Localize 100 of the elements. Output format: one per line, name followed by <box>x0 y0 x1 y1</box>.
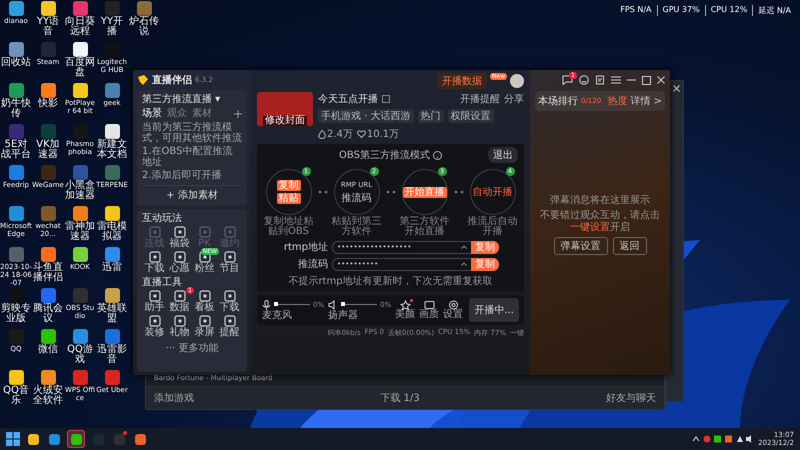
avatar[interactable] <box>510 74 524 88</box>
shortcut-label[interactable]: 奶牛快传 <box>0 99 32 119</box>
app-icon[interactable] <box>8 370 24 385</box>
plus-icon[interactable] <box>234 110 242 118</box>
stats-button[interactable]: 开播数据 <box>436 73 487 89</box>
shortcut-label[interactable]: 快影 <box>32 99 64 109</box>
toolbar-button[interactable]: 画质 <box>419 300 440 320</box>
app-icon[interactable] <box>8 42 24 57</box>
shortcut-label[interactable]: QQ游戏 <box>64 345 96 365</box>
shortcut-label[interactable]: 百度网盘 <box>64 58 96 78</box>
close-icon[interactable] <box>657 76 665 84</box>
tool-button[interactable]: 下载 <box>217 290 242 313</box>
shortcut-label[interactable]: 斗鱼直播伴侣 <box>32 263 64 283</box>
tab[interactable]: 观众 <box>167 108 187 120</box>
app-icon[interactable] <box>40 329 56 344</box>
help-icon[interactable] <box>432 150 442 160</box>
exit-button[interactable]: 退出 <box>488 147 518 163</box>
tab[interactable]: 素材 <box>192 108 212 120</box>
cover-caption[interactable]: 修改封面 <box>263 116 307 126</box>
toolbar-button[interactable]: 美颜 <box>395 300 416 320</box>
tool-button[interactable]: 心愿 <box>167 251 192 274</box>
shortcut-label[interactable]: 炉石传说 <box>128 17 160 37</box>
shortcut-label[interactable]: 小黑盒加速器 <box>64 181 96 201</box>
app-icon[interactable] <box>40 247 56 262</box>
tool-button[interactable]: 装修 <box>142 315 167 338</box>
app-icon[interactable] <box>72 83 88 98</box>
shortcut-label[interactable]: 向日葵远程 <box>64 17 96 37</box>
screen-icon[interactable] <box>424 300 435 310</box>
message-icon[interactable] <box>562 75 573 85</box>
live-button[interactable]: 开播中... <box>469 298 519 322</box>
tool-button[interactable]: 福袋 <box>167 226 192 249</box>
action-link[interactable]: 分享 <box>504 92 524 106</box>
star-icon[interactable] <box>400 300 411 310</box>
start-icon[interactable] <box>6 432 20 446</box>
caret-icon[interactable] <box>461 262 467 266</box>
category-chip[interactable]: 手机游戏 · 大话西游 <box>318 109 414 123</box>
tab[interactable]: 场景 <box>142 108 162 120</box>
app-icon[interactable] <box>40 1 56 16</box>
shortcut-label[interactable]: 5E对战平台 <box>0 140 32 160</box>
more-link[interactable]: ··· 更多功能 <box>142 341 242 355</box>
tool-button[interactable]: 看板 <box>192 290 217 313</box>
shortcut-label[interactable]: 腾讯会议 <box>32 304 64 324</box>
tool-button[interactable]: 节目 <box>217 251 242 274</box>
app-icon[interactable] <box>40 83 56 98</box>
shortcut-label[interactable]: 微信 <box>32 345 64 355</box>
shortcut-label[interactable]: 火绒安全软件 <box>32 386 64 406</box>
chat-button[interactable]: 返回 <box>612 236 646 254</box>
toolbar-button[interactable]: 设置 <box>443 300 464 320</box>
tool-button[interactable]: 下载 <box>142 251 167 274</box>
footer-link[interactable]: 好友与聊天 <box>606 391 656 405</box>
panel-title[interactable]: 第三方推流直播 ▾ <box>142 94 242 106</box>
shortcut-label[interactable]: 剪映专业版 <box>0 304 32 324</box>
app-icon[interactable] <box>104 124 120 139</box>
minimize-icon[interactable] <box>627 79 636 81</box>
taskbar-app[interactable] <box>67 430 85 448</box>
tool-button[interactable]: 助手 <box>142 290 167 313</box>
shortcut-label[interactable]: VK加速器 <box>32 140 64 160</box>
smiley-icon[interactable] <box>579 75 589 85</box>
tag-chip[interactable]: 权限设置 <box>448 109 494 123</box>
tag-chip[interactable]: 热门 <box>418 109 444 123</box>
shortcut-label[interactable]: 英雄联盟 <box>96 304 128 324</box>
document-icon[interactable] <box>595 75 605 85</box>
app-icon[interactable] <box>72 42 88 57</box>
microphone-icon[interactable] <box>262 300 271 310</box>
tool-button[interactable]: 录屏 <box>192 315 217 338</box>
close-icon[interactable] <box>673 85 680 92</box>
chat-button[interactable]: 弹幕设置 <box>554 236 608 254</box>
maximize-icon[interactable] <box>642 76 651 84</box>
tray-icons-drawing[interactable] <box>692 434 752 444</box>
footer-link[interactable]: 添加游戏 <box>154 391 194 405</box>
taskbar-app[interactable] <box>132 431 148 447</box>
app-icon[interactable] <box>104 288 120 303</box>
setup-link[interactable]: 一键设置 <box>570 222 610 232</box>
shortcut-label[interactable]: 迅雷 <box>96 263 128 273</box>
shortcut-label[interactable]: 雷神加速器 <box>64 222 96 242</box>
app-icon[interactable] <box>8 1 24 16</box>
photo-placeholder[interactable]: 修改封面 <box>257 92 313 126</box>
action-link[interactable]: 开播提醒 <box>460 92 500 106</box>
menu-icon[interactable] <box>611 76 621 84</box>
app-icon[interactable] <box>72 247 88 262</box>
footer-link[interactable]: 下载 1/3 <box>380 391 420 405</box>
shortcut-label[interactable]: YY开播 <box>96 17 128 37</box>
target-icon[interactable] <box>448 300 459 310</box>
shortcut-label[interactable]: 雷电模拟器 <box>96 222 128 242</box>
taskbar-app[interactable] <box>25 431 41 447</box>
shortcut-label[interactable]: 新建文本文档 <box>96 140 128 160</box>
edit-icon[interactable] <box>382 95 390 103</box>
caret-icon[interactable] <box>461 245 467 249</box>
tool-button[interactable]: 提醒 <box>217 315 242 338</box>
app-icon[interactable] <box>72 206 88 221</box>
shortcut-label[interactable]: 迅雷影音 <box>96 345 128 365</box>
add-material-button[interactable]: + 添加素材 <box>142 185 242 202</box>
taskbar-app[interactable] <box>46 431 62 447</box>
app-icon[interactable] <box>104 206 120 221</box>
app-icon[interactable] <box>40 370 56 385</box>
shortcut-label[interactable]: YY语音 <box>32 17 64 37</box>
details-link[interactable]: 详情 > <box>630 94 662 108</box>
shortcut-label[interactable]: QQ音乐 <box>0 386 32 406</box>
shortcut-label[interactable]: 回收站 <box>0 58 32 68</box>
tool-button[interactable]: 礼物 <box>167 315 192 338</box>
